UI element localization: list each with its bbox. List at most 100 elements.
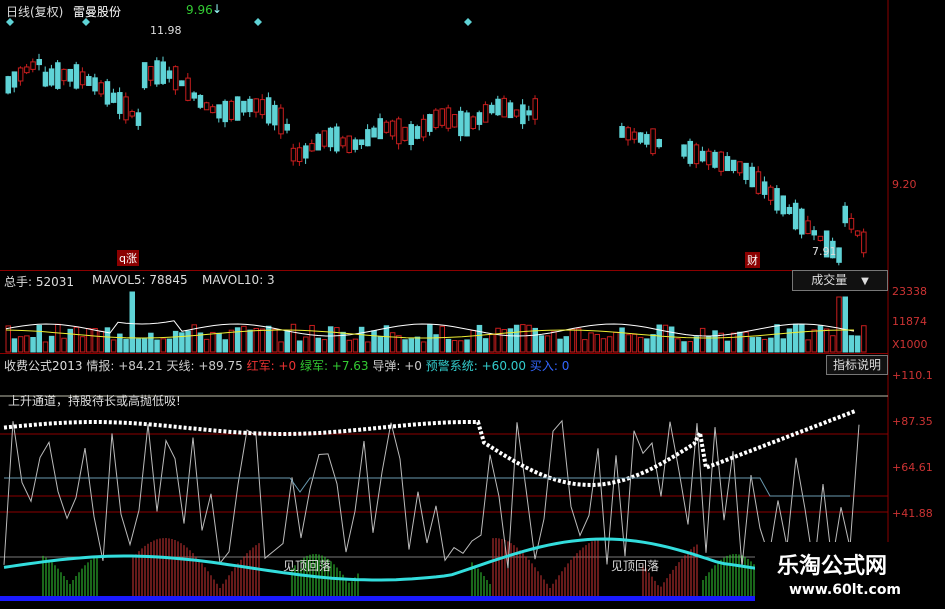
volume-bar (408, 338, 414, 353)
volume-bar (631, 333, 638, 353)
event-marker-right[interactable]: 财 (745, 252, 760, 268)
indicator-item-6: 买入: 0 (526, 359, 570, 373)
watermark: 乐淘公式网 www.60lt.com (755, 542, 945, 609)
candle-body (303, 145, 309, 159)
candle-body (110, 92, 117, 103)
volume-divider (0, 270, 888, 271)
candle-body (439, 108, 445, 126)
stock-name[interactable]: 雷曼股份 (73, 3, 121, 20)
volume-bar (365, 341, 371, 353)
indicator-axis-4: +41.88 (892, 507, 933, 520)
watermark-url: www.60lt.com (789, 582, 902, 598)
volume-bar (737, 331, 743, 353)
candle-body (507, 102, 514, 119)
volume-bar (458, 340, 464, 353)
volume-bar (836, 296, 842, 353)
candle-body (458, 110, 464, 137)
volume-axis-unit: X1000 (892, 338, 928, 351)
candle-body (340, 137, 346, 147)
candle-body (79, 71, 86, 86)
volume-bar (650, 334, 656, 353)
candle-body (67, 68, 73, 82)
candle-body (842, 205, 848, 224)
candle-body (501, 97, 507, 118)
candle-body (637, 132, 644, 143)
candle-body (210, 106, 216, 114)
volume-bar (17, 336, 24, 353)
candle-body (154, 60, 160, 85)
candle-body (160, 61, 166, 84)
candle-body (482, 104, 489, 123)
indicator-item-1: 天线: +89.75 (162, 359, 243, 373)
volume-bar (73, 326, 80, 353)
candle-body (48, 68, 55, 86)
indicator-dropdown[interactable]: 成交量 ▼ (792, 270, 888, 291)
candle-body (631, 131, 638, 140)
volume-bar (42, 341, 49, 353)
volume-bar (55, 323, 61, 353)
volume-bar (445, 338, 452, 353)
candle-body (377, 118, 383, 140)
volume-bar (241, 325, 247, 353)
candle-body (861, 231, 867, 254)
candle-body (749, 166, 755, 188)
volume-bar (110, 339, 117, 353)
chart-mode-label[interactable]: 日线(复权) (6, 3, 63, 20)
volume-bar (842, 296, 848, 353)
candle-body (811, 230, 817, 236)
callback-note-left: 见顶回落 (283, 559, 332, 573)
volume-bar (129, 291, 135, 353)
candle-body (650, 128, 656, 155)
peak-price-label: 9.96 (186, 3, 213, 17)
volume-bar (135, 338, 142, 353)
candle-body (768, 186, 774, 201)
candle-body (402, 126, 408, 141)
volume-bar (358, 326, 365, 353)
candle-body (786, 206, 793, 214)
volume-bar (321, 339, 328, 353)
chevron-down-icon: ▼ (861, 276, 869, 287)
candle-body (346, 135, 352, 154)
volume-bar (520, 324, 526, 353)
volume-bar (11, 338, 18, 353)
volume-bar (563, 336, 569, 353)
candle-body (427, 114, 433, 132)
candle-body (532, 98, 538, 120)
candle-body (445, 107, 452, 129)
candle-body (327, 127, 334, 148)
volume-bar (805, 339, 811, 353)
indicator-title: 收费公式2013 (4, 359, 83, 373)
candle-body (117, 92, 123, 114)
volume-bar (48, 335, 55, 353)
watermark-title: 乐淘公式网 (777, 554, 888, 579)
candle-body (148, 66, 154, 81)
volume-bar (61, 337, 67, 353)
volume-bar (861, 325, 867, 353)
volume-bar (92, 328, 98, 353)
indicator-explain-button[interactable]: 指标说明 (826, 355, 888, 375)
candle-body (792, 202, 799, 230)
candle-body (309, 143, 315, 152)
candle-body (625, 127, 631, 141)
candle-body (55, 62, 61, 89)
candle-body (123, 96, 129, 121)
volume-bar (79, 336, 86, 353)
candle-body (774, 188, 780, 211)
indicator-axis-1: +110.1 (892, 369, 933, 382)
candle-body (5, 76, 11, 94)
candle-body (290, 147, 297, 162)
trend-dotted-line (3, 408, 857, 488)
candle-body (197, 94, 204, 108)
candle-body (24, 66, 30, 74)
volume-bar (296, 340, 303, 353)
volume-bar (464, 339, 470, 353)
volume-bar (247, 329, 253, 353)
trend-note: 上升通道，持股待长或高抛低吸! (8, 394, 181, 408)
event-marker-left[interactable]: q涨 (117, 250, 139, 266)
volume-bar (699, 327, 706, 353)
volume-bar (532, 327, 538, 353)
volume-bar (755, 336, 762, 353)
volume-bar (594, 333, 600, 353)
volume-bar (154, 339, 160, 353)
volume-bar (172, 330, 179, 353)
